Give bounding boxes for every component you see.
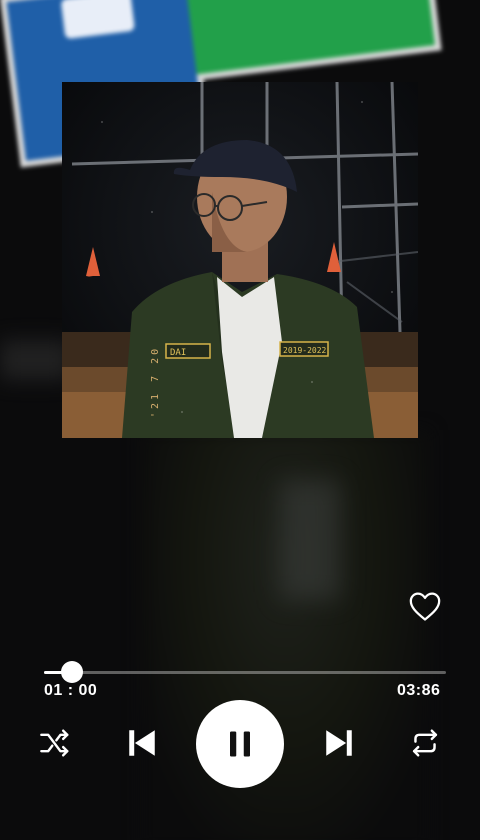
next-track-button[interactable]: [322, 726, 356, 760]
skip-next-icon: [326, 730, 352, 756]
play-pause-button[interactable]: [196, 700, 284, 788]
progress-track[interactable]: [44, 671, 446, 674]
album-cover: DAI 2019-2022 '21 7 20: [62, 82, 418, 438]
track-duration: 03:86: [397, 682, 441, 699]
background-shirt-blur: [280, 480, 340, 600]
shuffle-icon: [40, 729, 69, 757]
photo-date-stamp: '21 7 20: [150, 345, 161, 418]
svg-text:2019-2022: 2019-2022: [283, 346, 327, 355]
repeat-icon: [412, 729, 438, 757]
svg-text:DAI: DAI: [170, 348, 186, 358]
progress-thumb[interactable]: [61, 661, 84, 683]
heart-outline-icon: [409, 592, 441, 621]
pause-icon: [230, 731, 250, 757]
album-cover-photo: DAI 2019-2022: [62, 82, 418, 438]
shuffle-button[interactable]: [38, 728, 72, 758]
current-time: 01 : 00: [44, 682, 98, 699]
repeat-button[interactable]: [408, 728, 442, 758]
skip-previous-icon: [129, 730, 155, 756]
background-blur-shape: [0, 340, 70, 380]
previous-track-button[interactable]: [125, 726, 159, 760]
like-button[interactable]: [408, 590, 442, 622]
